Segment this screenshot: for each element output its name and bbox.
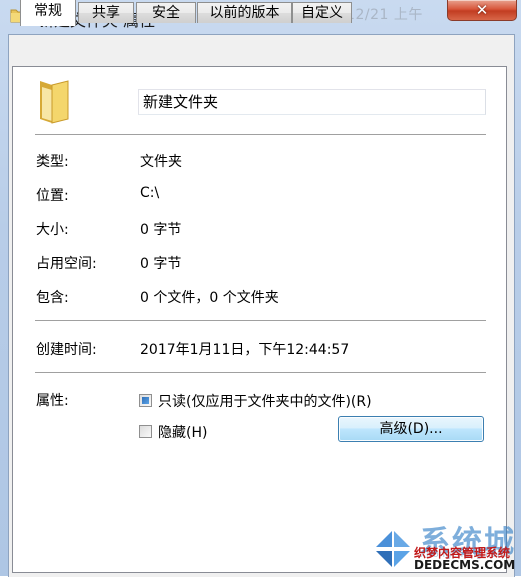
type-label: 类型:	[36, 154, 69, 170]
close-button[interactable]: ✕	[447, 0, 517, 21]
contains-value: 0 个文件，0 个文件夹	[140, 290, 279, 306]
tab-general[interactable]: 常规	[20, 0, 76, 26]
hidden-checkbox[interactable]	[139, 425, 152, 438]
location-value: C:\	[140, 185, 160, 201]
tab-sharing[interactable]: 共享	[78, 2, 134, 23]
readonly-checkbox-label[interactable]: 只读(仅应用于文件夹中的文件)(R)	[158, 391, 372, 411]
divider	[35, 134, 486, 136]
tab-customize[interactable]: 自定义	[292, 2, 352, 23]
tab-security[interactable]: 安全	[136, 2, 196, 23]
folder-large-icon	[40, 80, 69, 124]
size-on-disk-label: 占用空间:	[36, 256, 97, 272]
properties-window: 新建文件夹 属性 16/12/21 上午 ✕ 常规 共享 安全 以前的版本 自定…	[0, 0, 521, 577]
size-label: 大小:	[36, 222, 69, 238]
divider	[35, 372, 486, 374]
size-value: 0 字节	[140, 222, 182, 238]
attributes-label: 属性:	[36, 393, 69, 409]
type-value: 文件夹	[140, 154, 182, 170]
tab-previous-versions[interactable]: 以前的版本	[197, 2, 292, 23]
divider	[35, 320, 486, 322]
readonly-checkbox[interactable]	[139, 394, 152, 407]
folder-name-input[interactable]: 新建文件夹	[138, 89, 486, 115]
size-on-disk-value: 0 字节	[140, 256, 182, 272]
hidden-checkbox-label[interactable]: 隐藏(H)	[158, 422, 207, 442]
close-icon: ✕	[475, 1, 489, 19]
created-label: 创建时间:	[36, 342, 97, 358]
created-value: 2017年1月11日，下午12:44:57	[140, 342, 350, 358]
location-label: 位置:	[36, 188, 69, 204]
contains-label: 包含:	[36, 290, 69, 306]
watermark-line2: DEDECMS.COM	[414, 558, 516, 572]
watermark-logo-icon	[376, 531, 410, 567]
advanced-button[interactable]: 高级(D)...	[338, 416, 484, 442]
